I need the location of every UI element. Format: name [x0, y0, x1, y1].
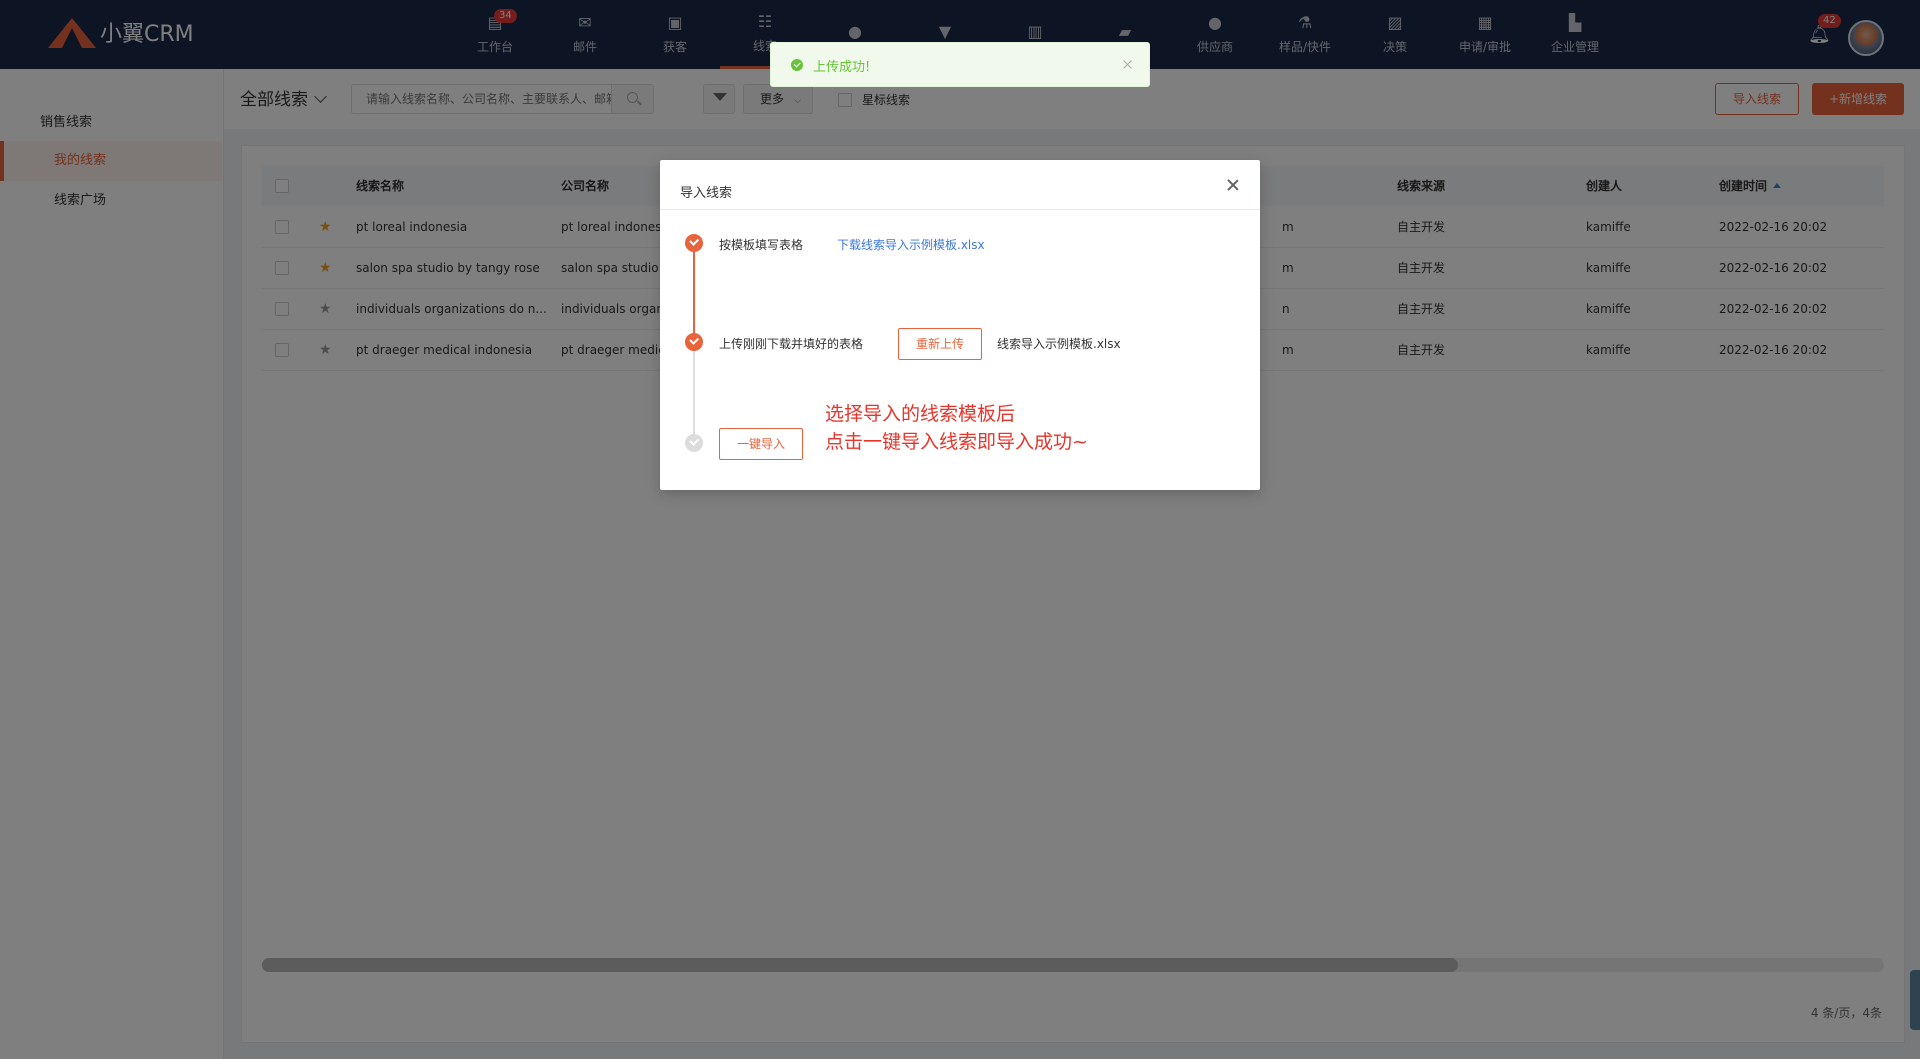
- step1-check-icon: [685, 234, 703, 252]
- step1-text: 按模板填写表格: [719, 238, 804, 252]
- download-template-link[interactable]: 下载线索导入示例模板.xlsx: [837, 236, 985, 253]
- toast-message: 上传成功!: [813, 60, 871, 75]
- step2-check-icon: [685, 333, 703, 351]
- success-icon: [791, 59, 803, 71]
- uploaded-file-name: 线索导入示例模板.xlsx: [997, 337, 1121, 351]
- modal-overlay[interactable]: [0, 0, 1920, 1059]
- dialog-header: 导入线索: [660, 160, 1260, 210]
- close-icon[interactable]: [1122, 59, 1133, 70]
- dialog-title: 导入线索: [680, 186, 733, 201]
- instruction-annotation: 选择导入的线索模板后 点击一键导入线索即导入成功~: [825, 400, 1088, 456]
- annotation-line-2: 点击一键导入线索即导入成功~: [825, 431, 1088, 453]
- annotation-line-1: 选择导入的线索模板后: [825, 403, 1016, 425]
- import-leads-dialog: 导入线索 按模板填写表格 下载线索导入示例模板.xlsx 上传刚刚下载并填好的表…: [660, 160, 1260, 490]
- step3-check-icon: [685, 434, 703, 452]
- reupload-button[interactable]: 重新上传: [898, 328, 982, 360]
- success-toast: 上传成功!: [770, 42, 1150, 87]
- step-connector-done: [693, 252, 695, 334]
- one-click-import-button[interactable]: 一键导入: [719, 428, 803, 460]
- floating-side-handle[interactable]: [1910, 970, 1920, 1030]
- step2-text: 上传刚刚下载并填好的表格: [719, 337, 864, 351]
- step-connector-todo: [693, 344, 695, 434]
- close-icon[interactable]: [1226, 178, 1240, 192]
